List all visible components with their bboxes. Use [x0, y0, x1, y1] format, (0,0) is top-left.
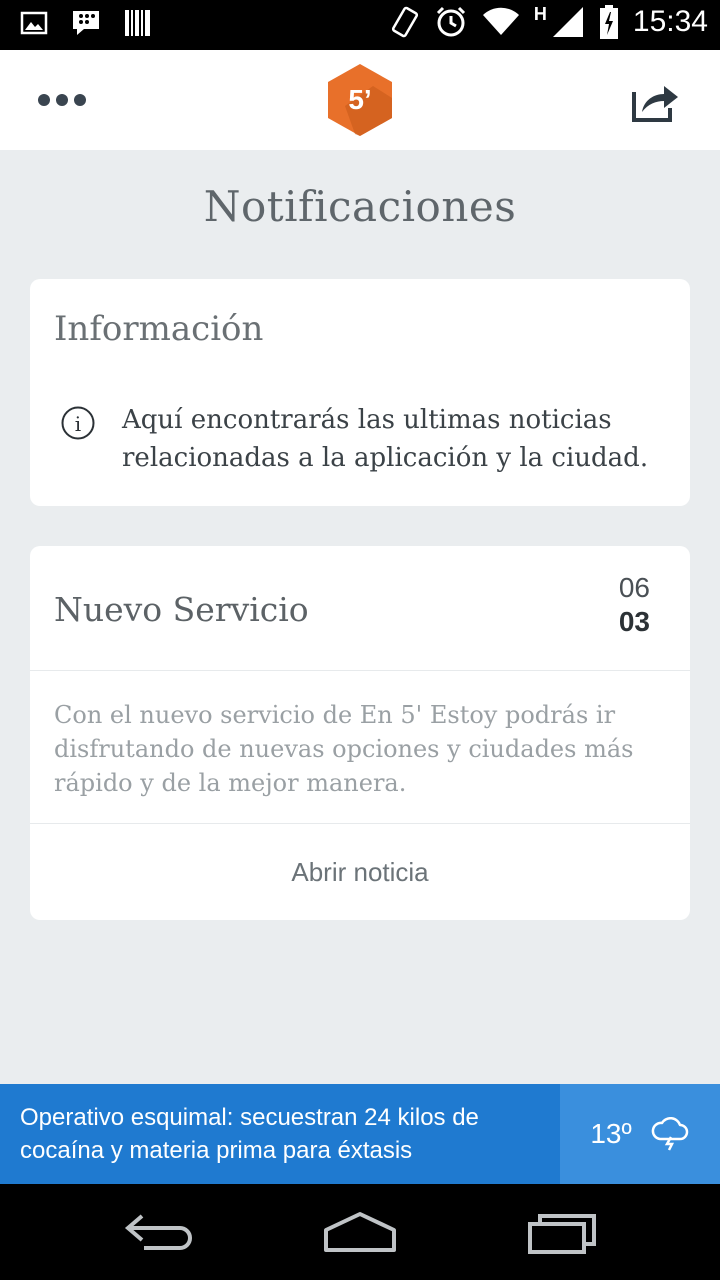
divider — [30, 670, 690, 671]
more-dots-icon — [38, 94, 50, 106]
alarm-icon — [436, 6, 465, 37]
weather-widget[interactable]: 13º — [560, 1084, 720, 1184]
status-bar-system: H 15:34 — [390, 4, 708, 40]
share-button[interactable] — [630, 80, 680, 124]
svg-text:i: i — [75, 412, 81, 436]
news-date-day: 03 — [618, 606, 650, 637]
app-bar: 5’ — [0, 50, 720, 150]
info-card-title: Información — [54, 309, 264, 349]
info-card: Información i Aquí encontrarás las ultim… — [30, 279, 690, 506]
app-logo[interactable]: 5’ — [325, 62, 395, 138]
info-card-text: Aquí encontrarás las ultimas noticias re… — [122, 405, 649, 473]
news-date-month: 06 — [618, 572, 650, 603]
recents-icon[interactable] — [526, 1208, 598, 1258]
more-menu-button[interactable] — [38, 86, 90, 114]
image-icon — [20, 11, 48, 35]
ticker-headline[interactable]: Operativo esquimal: secuestran 24 kilos … — [20, 1101, 540, 1167]
open-news-button[interactable]: Abrir noticia — [30, 824, 690, 920]
news-title: Nuevo Servicio — [54, 590, 309, 629]
share-icon — [632, 86, 678, 122]
status-bar-notifications — [20, 8, 152, 38]
logo-text: 5’ — [348, 84, 371, 115]
clock: 15:34 — [632, 5, 708, 38]
news-body: Con el nuevo servicio de En 5' Estoy pod… — [54, 701, 634, 797]
signal-icon — [552, 7, 583, 37]
news-date: 06 03 — [619, 572, 650, 638]
bbm-icon — [73, 11, 99, 35]
barcode-icon — [125, 10, 150, 36]
navigation-bar — [0, 1184, 720, 1280]
vibrate-icon — [391, 6, 419, 38]
battery-icon — [599, 5, 618, 39]
storm-cloud-icon — [651, 1117, 688, 1151]
status-bar: H 15:34 — [0, 0, 720, 50]
wifi-icon — [482, 7, 519, 36]
news-ticker[interactable]: Operativo esquimal: secuestran 24 kilos … — [0, 1084, 720, 1184]
page-title: Notificaciones — [203, 182, 517, 231]
temperature: 13º — [590, 1118, 632, 1149]
back-icon[interactable] — [124, 1208, 196, 1258]
news-card: Nuevo Servicio 06 03 Con el nuevo servic… — [30, 546, 690, 920]
network-type: H — [533, 4, 547, 24]
home-icon[interactable] — [322, 1208, 398, 1258]
info-icon: i — [61, 406, 95, 440]
